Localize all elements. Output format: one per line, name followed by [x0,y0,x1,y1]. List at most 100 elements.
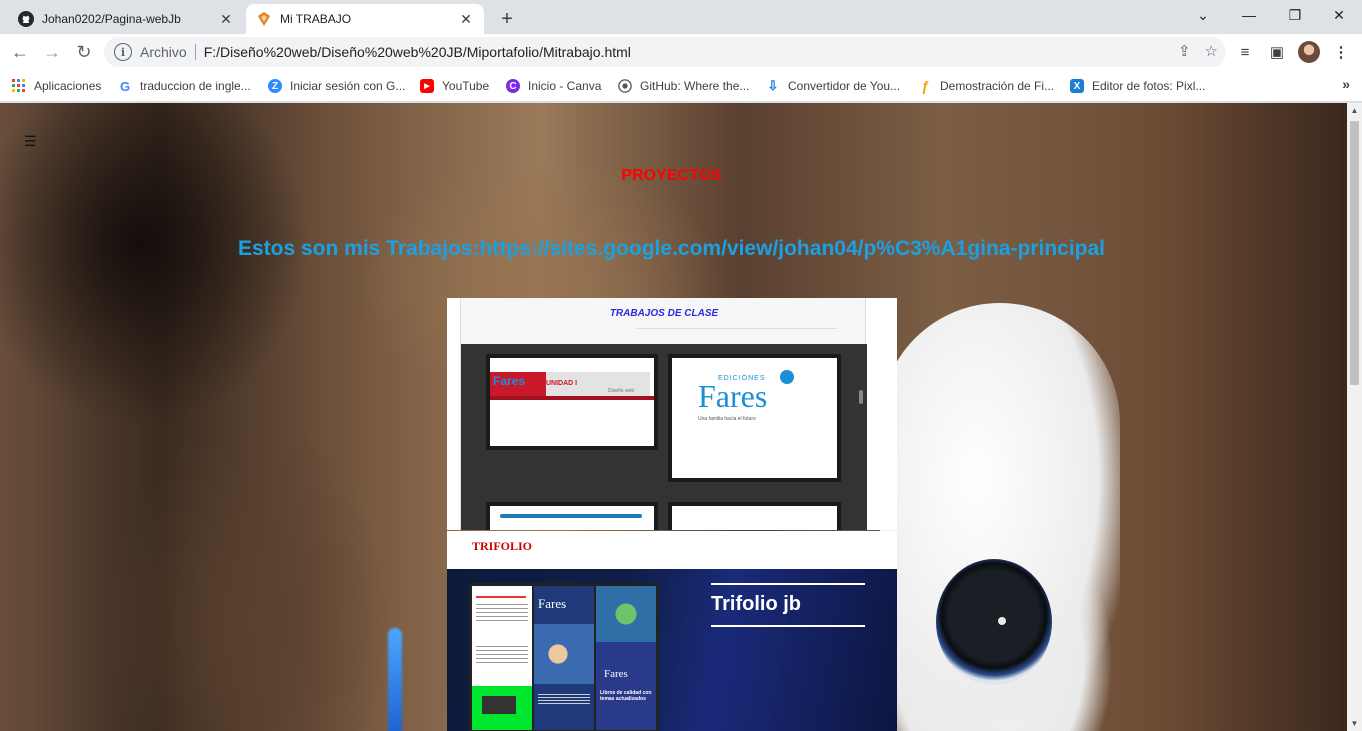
trifolio-heading: Trifolio jb [711,593,801,615]
brochure-panel-middle: Trifolio jb Fares [534,586,594,730]
pixlr-icon: X [1070,79,1084,93]
scrollbar-thumb[interactable] [1350,121,1359,385]
browser-window: Johan0202/Pagina-webJb ✕ Mi TRABAJO ✕ + … [0,0,1362,731]
unidad-label: UNIDAD I [546,380,578,387]
bookmark-convertidor[interactable]: ⇩ Convertidor de You... [766,76,901,96]
brochure-panel-right: Fares Libros de calidad con temas actual… [596,586,656,730]
scroll-up-arrow-icon[interactable]: ▲ [1347,103,1362,118]
children-photo [596,586,656,642]
scheme-label: Archivo [140,44,187,60]
fidelity-icon: ƒ [921,78,929,94]
bookmark-label: Convertidor de You... [788,79,901,93]
heading-rule-bottom [711,625,865,627]
apps-grid-icon [12,79,26,93]
bookmark-label: Aplicaciones [34,79,102,93]
tab-close-icon[interactable]: ✕ [218,11,234,27]
scroll-down-arrow-icon[interactable]: ▼ [1347,716,1362,731]
bookmark-aplicaciones[interactable]: Aplicaciones [12,76,101,96]
thumbnail-canvas: Fares UNIDAD I Diseño web [490,358,654,446]
trifolio-embed[interactable]: TRIFOLIO Trifolio jb Fares [447,531,897,731]
bookmark-label: Iniciar sesión con G... [290,79,406,93]
thumbnail-canvas [672,506,837,530]
close-window-button[interactable]: ✕ [1316,0,1362,30]
bookmark-label: GitHub: Where the... [640,79,750,93]
tab-search-button[interactable]: ⌄ [1180,0,1226,30]
back-button[interactable]: ← [6,38,34,66]
tab-strip: Johan0202/Pagina-webJb ✕ Mi TRABAJO ✕ + … [0,0,1362,34]
brochure-green-block [472,686,532,730]
bookmark-label: traduccion de ingle... [140,79,251,93]
omnibox-actions: ⇪ ☆ [1178,42,1218,60]
divider [194,44,196,60]
side-panel-icon[interactable]: ▣ [1266,41,1288,63]
trifolio-preview: Trifolio jb Fares Fares Libros de calida… [447,569,897,731]
thumbnail-4[interactable] [668,502,841,530]
trifolio-brochure-image[interactable]: Trifolio jb Fares Fares Libros de calida… [469,583,659,731]
tab-close-icon[interactable]: ✕ [458,11,474,27]
heading-rule-top [711,583,865,585]
bookmark-iniciar-sesion[interactable]: Z Iniciar sesión con G... [268,76,405,96]
reload-button[interactable]: ↻ [70,38,98,66]
bookmark-label: Demostración de Fi... [940,79,1055,93]
more-bookmarks-button[interactable]: » [1342,76,1350,92]
media-control-icon[interactable]: ≡ [1234,41,1256,63]
google-icon: G [119,78,131,94]
proyectos-heading: PROYECTOS [621,167,722,184]
thumbnail-subtitle: Diseño web [608,388,635,394]
bookmark-label: Editor de fotos: Pixl... [1092,79,1206,93]
thumbnail-bar [500,514,642,518]
brochure-text-line [476,596,526,598]
background-blue-light [388,628,402,731]
bookmark-youtube[interactable]: ▶ YouTube [420,76,489,96]
eye-glint [998,617,1006,625]
youtube-icon: ▶ [420,79,434,93]
bookmark-canva[interactable]: C Inicio - Canva [506,76,601,96]
thumbnail-canvas: EDICIONES Fares Una familia hacia el fut… [672,358,837,478]
url-text[interactable]: F:/Diseño%20web/Diseño%20web%20JB/Miport… [204,44,631,60]
brochure-panel-text: Libros de calidad con temas actualizados [600,690,652,702]
thumbnail-3[interactable] [486,502,658,530]
thumbnail-canvas [490,506,654,530]
forward-button[interactable]: → [38,38,66,66]
background-robot-eye [936,559,1052,685]
share-icon[interactable]: ⇪ [1178,42,1191,60]
bookmark-pixlr[interactable]: X Editor de fotos: Pixl... [1070,76,1205,96]
thumbnail-fares[interactable]: EDICIONES Fares Una familia hacia el fut… [668,354,841,482]
bookmark-star-icon[interactable]: ☆ [1205,42,1218,60]
minimize-button[interactable]: — [1226,0,1272,30]
embed-page: TRABAJOS DE CLASE Fares UNIDAD I Diseño … [460,298,867,530]
students-photo [534,624,594,684]
tab-mi-trabajo[interactable]: Mi TRABAJO ✕ [246,4,484,34]
page-scrollbar[interactable]: ▲ ▼ [1347,103,1362,731]
trifolio-title: TRIFOLIO [472,539,533,553]
zoom-icon: Z [268,79,282,93]
fares-emblem-icon [780,370,794,384]
trabajos-link[interactable]: Estos son mis Trabajos:https://sites.goo… [0,237,1343,261]
bookmark-traduccion[interactable]: G traduccion de ingle... [118,76,251,96]
laptop-image [482,696,516,714]
brochure-text-block [538,694,590,706]
fares-logo-small: Fares [493,374,526,388]
thumbnail-unidad[interactable]: Fares UNIDAD I Diseño web [486,354,658,450]
bookmark-label: YouTube [442,79,490,93]
bookmark-demostracion[interactable]: ƒ Demostración de Fi... [918,76,1054,96]
fares-tagline: Una familia hacia el futuro [698,416,756,422]
bookmark-github[interactable]: GitHub: Where the... [618,76,749,96]
brochure-panel-left [472,586,532,730]
fares-logo-white: Fares [604,668,628,680]
hamburger-menu-icon[interactable]: ☰ [24,133,37,150]
tab-title: Johan0202/Pagina-webJb [42,12,181,26]
github-icon [618,79,632,93]
trabajos-de-clase-embed[interactable]: TRABAJOS DE CLASE Fares UNIDAD I Diseño … [447,298,897,530]
address-bar[interactable]: i Archivo F:/Diseño%20web/Diseño%20web%2… [104,37,1226,67]
thumbnail-grid: Fares UNIDAD I Diseño web EDICIONES Fare… [461,344,867,530]
download-cloud-icon: ⇩ [767,78,779,93]
restore-button[interactable]: ❐ [1272,0,1318,30]
site-info-icon[interactable]: i [114,43,132,61]
menu-icon[interactable]: ⋮ [1330,41,1352,63]
new-tab-button[interactable]: + [494,6,520,32]
tab-github[interactable]: Johan0202/Pagina-webJb ✕ [8,4,244,34]
embed-scrollbar[interactable] [859,390,863,404]
profile-avatar[interactable] [1298,41,1320,63]
divider [637,328,837,329]
